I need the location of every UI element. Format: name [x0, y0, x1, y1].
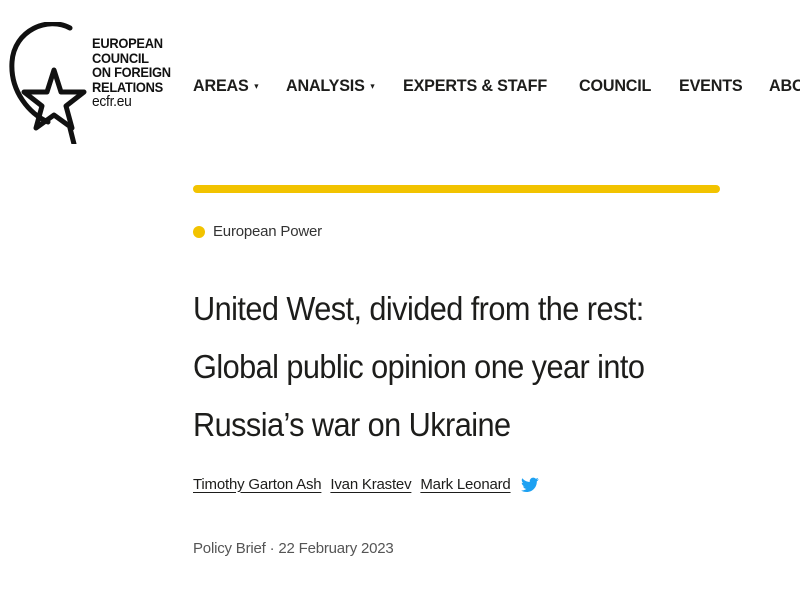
nav-label: EVENTS — [678, 76, 743, 95]
chevron-down-icon: ▾ — [370, 80, 375, 91]
category-dot-icon — [193, 225, 205, 238]
nav-item-events[interactable]: EVENTS — [678, 76, 743, 96]
nav-label: EXPERTS & STAFF — [402, 76, 547, 95]
author-link[interactable]: Ivan Krastev — [330, 476, 411, 493]
nav-item-experts-staff[interactable]: EXPERTS & STAFF — [403, 76, 547, 96]
logo-line: COUNCIL — [92, 49, 149, 66]
logo-wordmark: EUROPEAN COUNCIL ON FOREIGN RELATIONS ec… — [92, 36, 171, 109]
nav-label: ANALYSIS — [285, 76, 365, 95]
logo-domain: ecfr.eu — [92, 93, 132, 110]
accent-divider — [193, 185, 720, 193]
nav-item-council[interactable]: COUNCIL — [579, 76, 651, 96]
logo-line: RELATIONS — [92, 78, 163, 95]
nav-item-areas[interactable]: AREAS ▾ — [193, 76, 259, 96]
logo-star-icon — [9, 22, 87, 144]
logo-line: ON FOREIGN — [92, 64, 171, 80]
article-meta: Policy Brief · 22 February 2023 — [193, 540, 394, 557]
category-label: European Power — [213, 223, 322, 240]
nav-label: ABOUT — [769, 76, 800, 95]
chevron-down-icon: ▾ — [254, 80, 259, 91]
logo-line: EUROPEAN — [92, 35, 163, 51]
article-category[interactable]: European Power — [193, 223, 322, 240]
article-title: United West, divided from the rest: Glob… — [193, 290, 645, 443]
nav-item-analysis[interactable]: ANALYSIS ▾ — [285, 76, 375, 96]
author-link[interactable]: Timothy Garton Ash — [193, 476, 322, 493]
twitter-icon[interactable] — [520, 477, 539, 493]
nav-item-about[interactable]: ABOUT ▾ — [769, 76, 800, 96]
nav-label: AREAS — [193, 76, 249, 95]
site-logo[interactable]: EUROPEAN COUNCIL ON FOREIGN RELATIONS ec… — [8, 22, 178, 144]
author-list: Timothy Garton Ash Ivan Krastev Mark Leo… — [193, 475, 539, 493]
author-link[interactable]: Mark Leonard — [420, 476, 510, 493]
nav-label: COUNCIL — [578, 76, 651, 95]
main-navigation: AREAS ▾ ANALYSIS ▾ EXPERTS & STAFF COUNC… — [193, 74, 800, 98]
